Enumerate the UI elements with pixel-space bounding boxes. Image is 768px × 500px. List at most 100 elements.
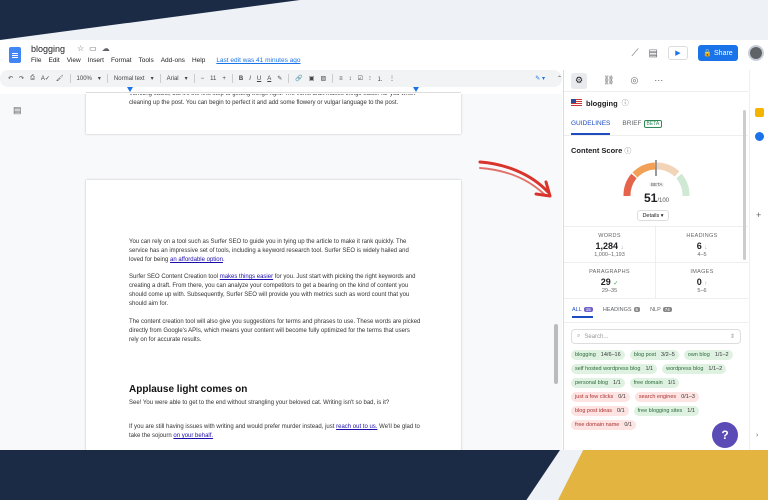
term-chip[interactable]: free blogging sites 1/1 (633, 406, 699, 416)
document-title[interactable]: blogging (31, 44, 65, 54)
term-search-input[interactable]: ⌕ Search... ⇕ (571, 329, 741, 344)
filter-all[interactable]: ALL 15 (572, 307, 593, 318)
term-count: 1/1–2 (714, 352, 729, 358)
align-icon[interactable]: ≡ (339, 76, 343, 82)
term-chip[interactable]: blogging 14/6–16 (571, 350, 625, 360)
text-color-icon[interactable]: A (267, 76, 271, 82)
redo-icon[interactable]: ↷ (19, 75, 24, 82)
term-chip[interactable]: blog post 3/2–5 (629, 350, 679, 360)
tab-guidelines[interactable]: GUIDELINES (571, 120, 611, 135)
right-indent-marker[interactable] (413, 87, 419, 92)
details-button[interactable]: Details ▾ (637, 210, 669, 221)
print-icon[interactable]: ⎙ (30, 75, 35, 82)
highlight-icon[interactable]: ✎ (277, 75, 282, 82)
term-text: blog post (633, 352, 657, 358)
user-avatar[interactable] (748, 45, 764, 61)
term-text: free domain name (575, 422, 620, 428)
check-circle-icon[interactable]: ◎ (630, 75, 638, 86)
menu-tools[interactable]: Tools (139, 57, 154, 64)
more-options-icon[interactable]: ⋮ (389, 75, 395, 82)
filter-headings[interactable]: HEADINGS 6 (603, 307, 641, 318)
style-chevron-icon[interactable]: ▾ (151, 75, 154, 82)
term-chip[interactable]: own blog 1/1–2 (683, 350, 733, 360)
more-horizontal-icon[interactable]: ⋯ (654, 75, 663, 86)
menu-help[interactable]: Help (192, 57, 205, 64)
paragraph[interactable]: You can rely on a tool such as Surfer SE… (129, 238, 421, 265)
move-folder-icon[interactable]: ▭ (89, 44, 97, 53)
left-indent-marker[interactable] (127, 87, 133, 92)
tasks-icon[interactable] (755, 132, 764, 141)
bullet-list-icon[interactable]: ⁝ (369, 75, 371, 82)
zoom-select[interactable]: 100% (77, 76, 92, 82)
zoom-chevron-icon[interactable]: ▾ (98, 75, 101, 82)
menu-file[interactable]: File (31, 57, 41, 64)
font-select[interactable]: Arial (167, 76, 179, 82)
meet-button[interactable]: ▶ (668, 46, 688, 60)
filter-nlp[interactable]: NLP 74 (650, 307, 672, 318)
comment-add-icon[interactable]: ▣ (309, 75, 315, 82)
activity-trend-icon[interactable]: ⟋ (632, 48, 639, 59)
info-icon[interactable]: ⓘ (624, 148, 631, 155)
editing-mode-icon[interactable]: ✎ ▾ (535, 75, 545, 82)
bold-icon[interactable]: B (239, 76, 243, 82)
comments-icon[interactable]: ▤ (649, 48, 658, 59)
numbered-list-icon[interactable]: ⒈ (377, 74, 383, 83)
menu-view[interactable]: View (67, 57, 81, 64)
term-chip[interactable]: search engines 0/1–3 (634, 392, 699, 402)
image-icon[interactable]: ▨ (320, 75, 326, 82)
link-chain-icon[interactable]: ⛓ (603, 75, 614, 86)
line-spacing-icon[interactable]: ↕ (349, 76, 352, 82)
document-outline-icon[interactable]: ▤ (13, 105, 22, 116)
cloud-status-icon[interactable]: ☁ (102, 44, 110, 53)
keep-icon[interactable] (755, 108, 764, 117)
menu-insert[interactable]: Insert (88, 57, 104, 64)
sort-chevrons-icon[interactable]: ⇕ (730, 333, 735, 340)
term-chip[interactable]: blog post ideas 0/1 (571, 406, 629, 416)
undo-icon[interactable]: ↶ (8, 75, 13, 82)
expand-panel-icon[interactable]: › (756, 432, 758, 439)
tab-brief[interactable]: BRIEF BETA (622, 120, 663, 135)
star-icon[interactable]: ☆ (77, 44, 84, 53)
underline-icon[interactable]: U (257, 76, 261, 82)
link-icon[interactable]: 🔗 (295, 75, 302, 82)
paragraph[interactable]: If you are still having issues with writ… (129, 423, 421, 441)
paragraph[interactable]: The content creation tool will also give… (129, 318, 421, 345)
document-scrollbar[interactable] (554, 324, 558, 384)
menu-addons[interactable]: Add-ons (161, 57, 185, 64)
font-size-input[interactable]: 11 (210, 76, 216, 82)
last-edit-link[interactable]: Last edit was 41 minutes ago (216, 57, 300, 64)
font-size-decrease-icon[interactable]: − (201, 76, 205, 82)
share-button[interactable]: 🔒 Share (698, 45, 738, 61)
term-chip[interactable]: just a few clicks 0/1 (571, 392, 630, 402)
paragraph[interactable]: Vomiting sucks, but it's the first step … (129, 94, 421, 108)
paint-format-icon[interactable]: 🖌 (56, 75, 64, 82)
style-select[interactable]: Normal text (114, 76, 145, 82)
term-chip[interactable]: personal blog 1/1 (571, 378, 625, 388)
term-chip[interactable]: free domain name 0/1 (571, 420, 636, 430)
on-your-behalf-link[interactable]: on your behalf. (173, 433, 213, 439)
term-chip[interactable]: self hosted wordpress blog 1/1 (571, 364, 658, 374)
paragraph[interactable]: See! You were able to get to the end wit… (129, 399, 421, 408)
spellcheck-icon[interactable]: A✓ (41, 75, 50, 82)
paragraph[interactable]: Surfer SEO Content Creation tool makes t… (129, 273, 421, 309)
ruler[interactable] (86, 87, 461, 93)
settings-gear-icon[interactable]: ⚙ (571, 72, 587, 89)
term-chip[interactable]: wordpress blog 1/1–2 (662, 364, 727, 374)
help-button[interactable]: ? (712, 422, 738, 448)
heading-applause[interactable]: Applause light comes on (129, 384, 247, 395)
font-size-increase-icon[interactable]: + (222, 76, 226, 82)
collapse-toolbar-icon[interactable]: ⌃ (557, 75, 562, 82)
affordable-option-link[interactable]: an affordable option (170, 257, 223, 263)
checklist-icon[interactable]: ☑ (358, 75, 363, 82)
makes-things-easier-link[interactable]: makes things easier (220, 274, 273, 280)
docs-logo-icon[interactable] (9, 47, 21, 63)
add-addon-icon[interactable]: + (756, 210, 761, 220)
panel-scrollbar[interactable] (743, 110, 746, 260)
font-chevron-icon[interactable]: ▾ (185, 75, 188, 82)
menu-format[interactable]: Format (111, 57, 132, 64)
reach-out-link[interactable]: reach out to us. (336, 424, 377, 430)
italic-icon[interactable]: I (249, 76, 251, 82)
info-icon[interactable]: ⓘ (622, 98, 629, 108)
term-chip[interactable]: free domain 1/1 (629, 378, 680, 388)
menu-edit[interactable]: Edit (48, 57, 59, 64)
